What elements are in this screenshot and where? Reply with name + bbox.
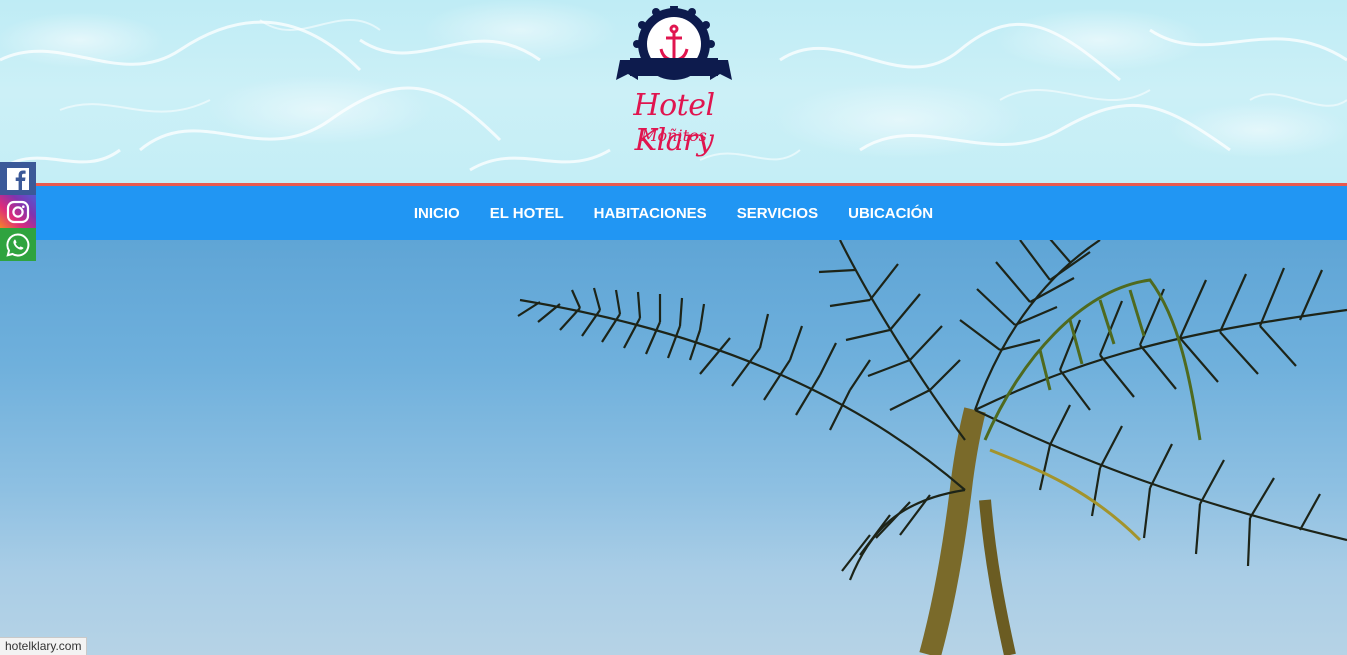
hotel-logo[interactable]: Hotel Klary Moñitos [598, 6, 750, 158]
nav-item-el-hotel[interactable]: EL HOTEL [490, 205, 564, 222]
logo-badge [616, 6, 732, 80]
nav-item-ubicacion[interactable]: UBICACIÓN [848, 205, 933, 222]
palm-tree-illustration [517, 240, 1347, 655]
nav-item-inicio[interactable]: INICIO [414, 205, 460, 222]
nav-item-servicios[interactable]: SERVICIOS [737, 205, 818, 222]
browser-status-bar: hotelklary.com [0, 637, 88, 655]
nav-item-habitaciones[interactable]: HABITACIONES [594, 205, 707, 222]
instagram-icon [6, 200, 30, 223]
header-banner: Hotel Klary Moñitos [0, 0, 1347, 183]
facebook-button[interactable] [0, 162, 36, 195]
instagram-button[interactable] [0, 195, 36, 228]
whatsapp-button[interactable] [0, 228, 36, 261]
social-sidebar [0, 162, 36, 261]
logo-subtitle: Moñitos [641, 126, 707, 145]
hero-image-palm-tree [0, 240, 1347, 655]
main-navigation: INICIO EL HOTEL HABITACIONES SERVICIOS U… [0, 186, 1347, 240]
logo-title: Hotel Klary [633, 88, 715, 158]
whatsapp-icon [6, 232, 30, 257]
facebook-icon [7, 167, 29, 190]
